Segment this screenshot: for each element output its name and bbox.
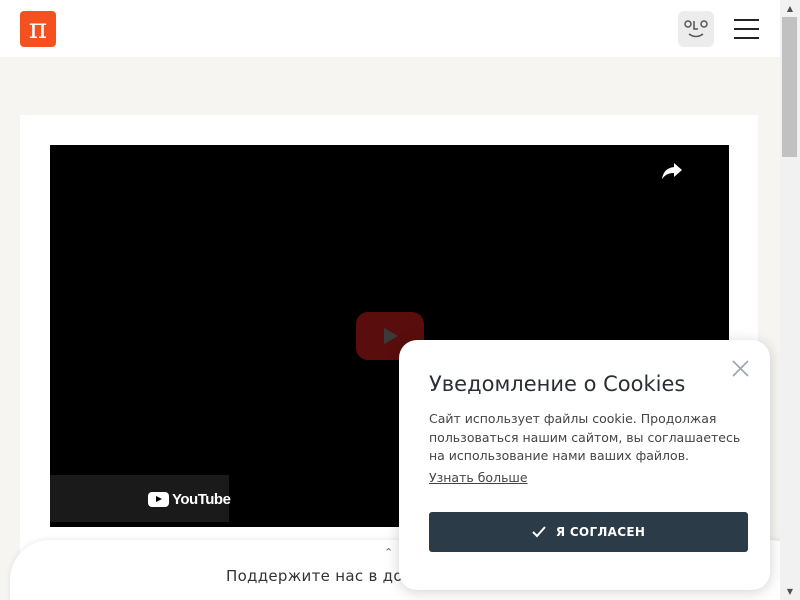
vertical-scrollbar[interactable]: ▲ ▼ [780, 0, 800, 600]
learn-more-link[interactable]: Узнать больше [429, 470, 528, 485]
cookie-notice: Уведомление о Cookies Сайт использует фа… [399, 340, 770, 590]
hamburger-icon [734, 19, 759, 21]
accept-cookies-button[interactable]: Я СОГЛАСЕН [429, 512, 748, 552]
scrollbar-thumb[interactable] [782, 17, 797, 157]
scroll-down-arrow-icon[interactable]: ▼ [780, 583, 800, 600]
scroll-up-arrow-icon[interactable]: ▲ [780, 0, 800, 17]
close-icon[interactable] [732, 360, 749, 377]
checkmark-icon [532, 526, 546, 538]
youtube-play-icon [384, 328, 398, 344]
site-logo[interactable]: π [20, 11, 56, 47]
hamburger-menu-button[interactable] [734, 19, 759, 39]
donate-text: Поддержите нас в до [226, 567, 403, 585]
avatar-button[interactable] [678, 11, 714, 47]
youtube-logo-icon [148, 491, 169, 507]
share-icon[interactable] [660, 158, 684, 182]
cookie-description: Сайт использует файлы cookie. Продолжая … [429, 411, 741, 463]
face-icon [684, 20, 708, 38]
chevron-up-icon[interactable]: ⌃ [384, 546, 393, 559]
accept-label: Я СОГЛАСЕН [555, 525, 646, 539]
youtube-branding-bar: YouTube [50, 475, 231, 522]
youtube-logo-text: YouTube [172, 490, 231, 508]
cookie-title: Уведомление о Cookies [429, 372, 686, 396]
youtube-logo[interactable]: YouTube [148, 490, 231, 508]
site-header: π [0, 0, 780, 57]
